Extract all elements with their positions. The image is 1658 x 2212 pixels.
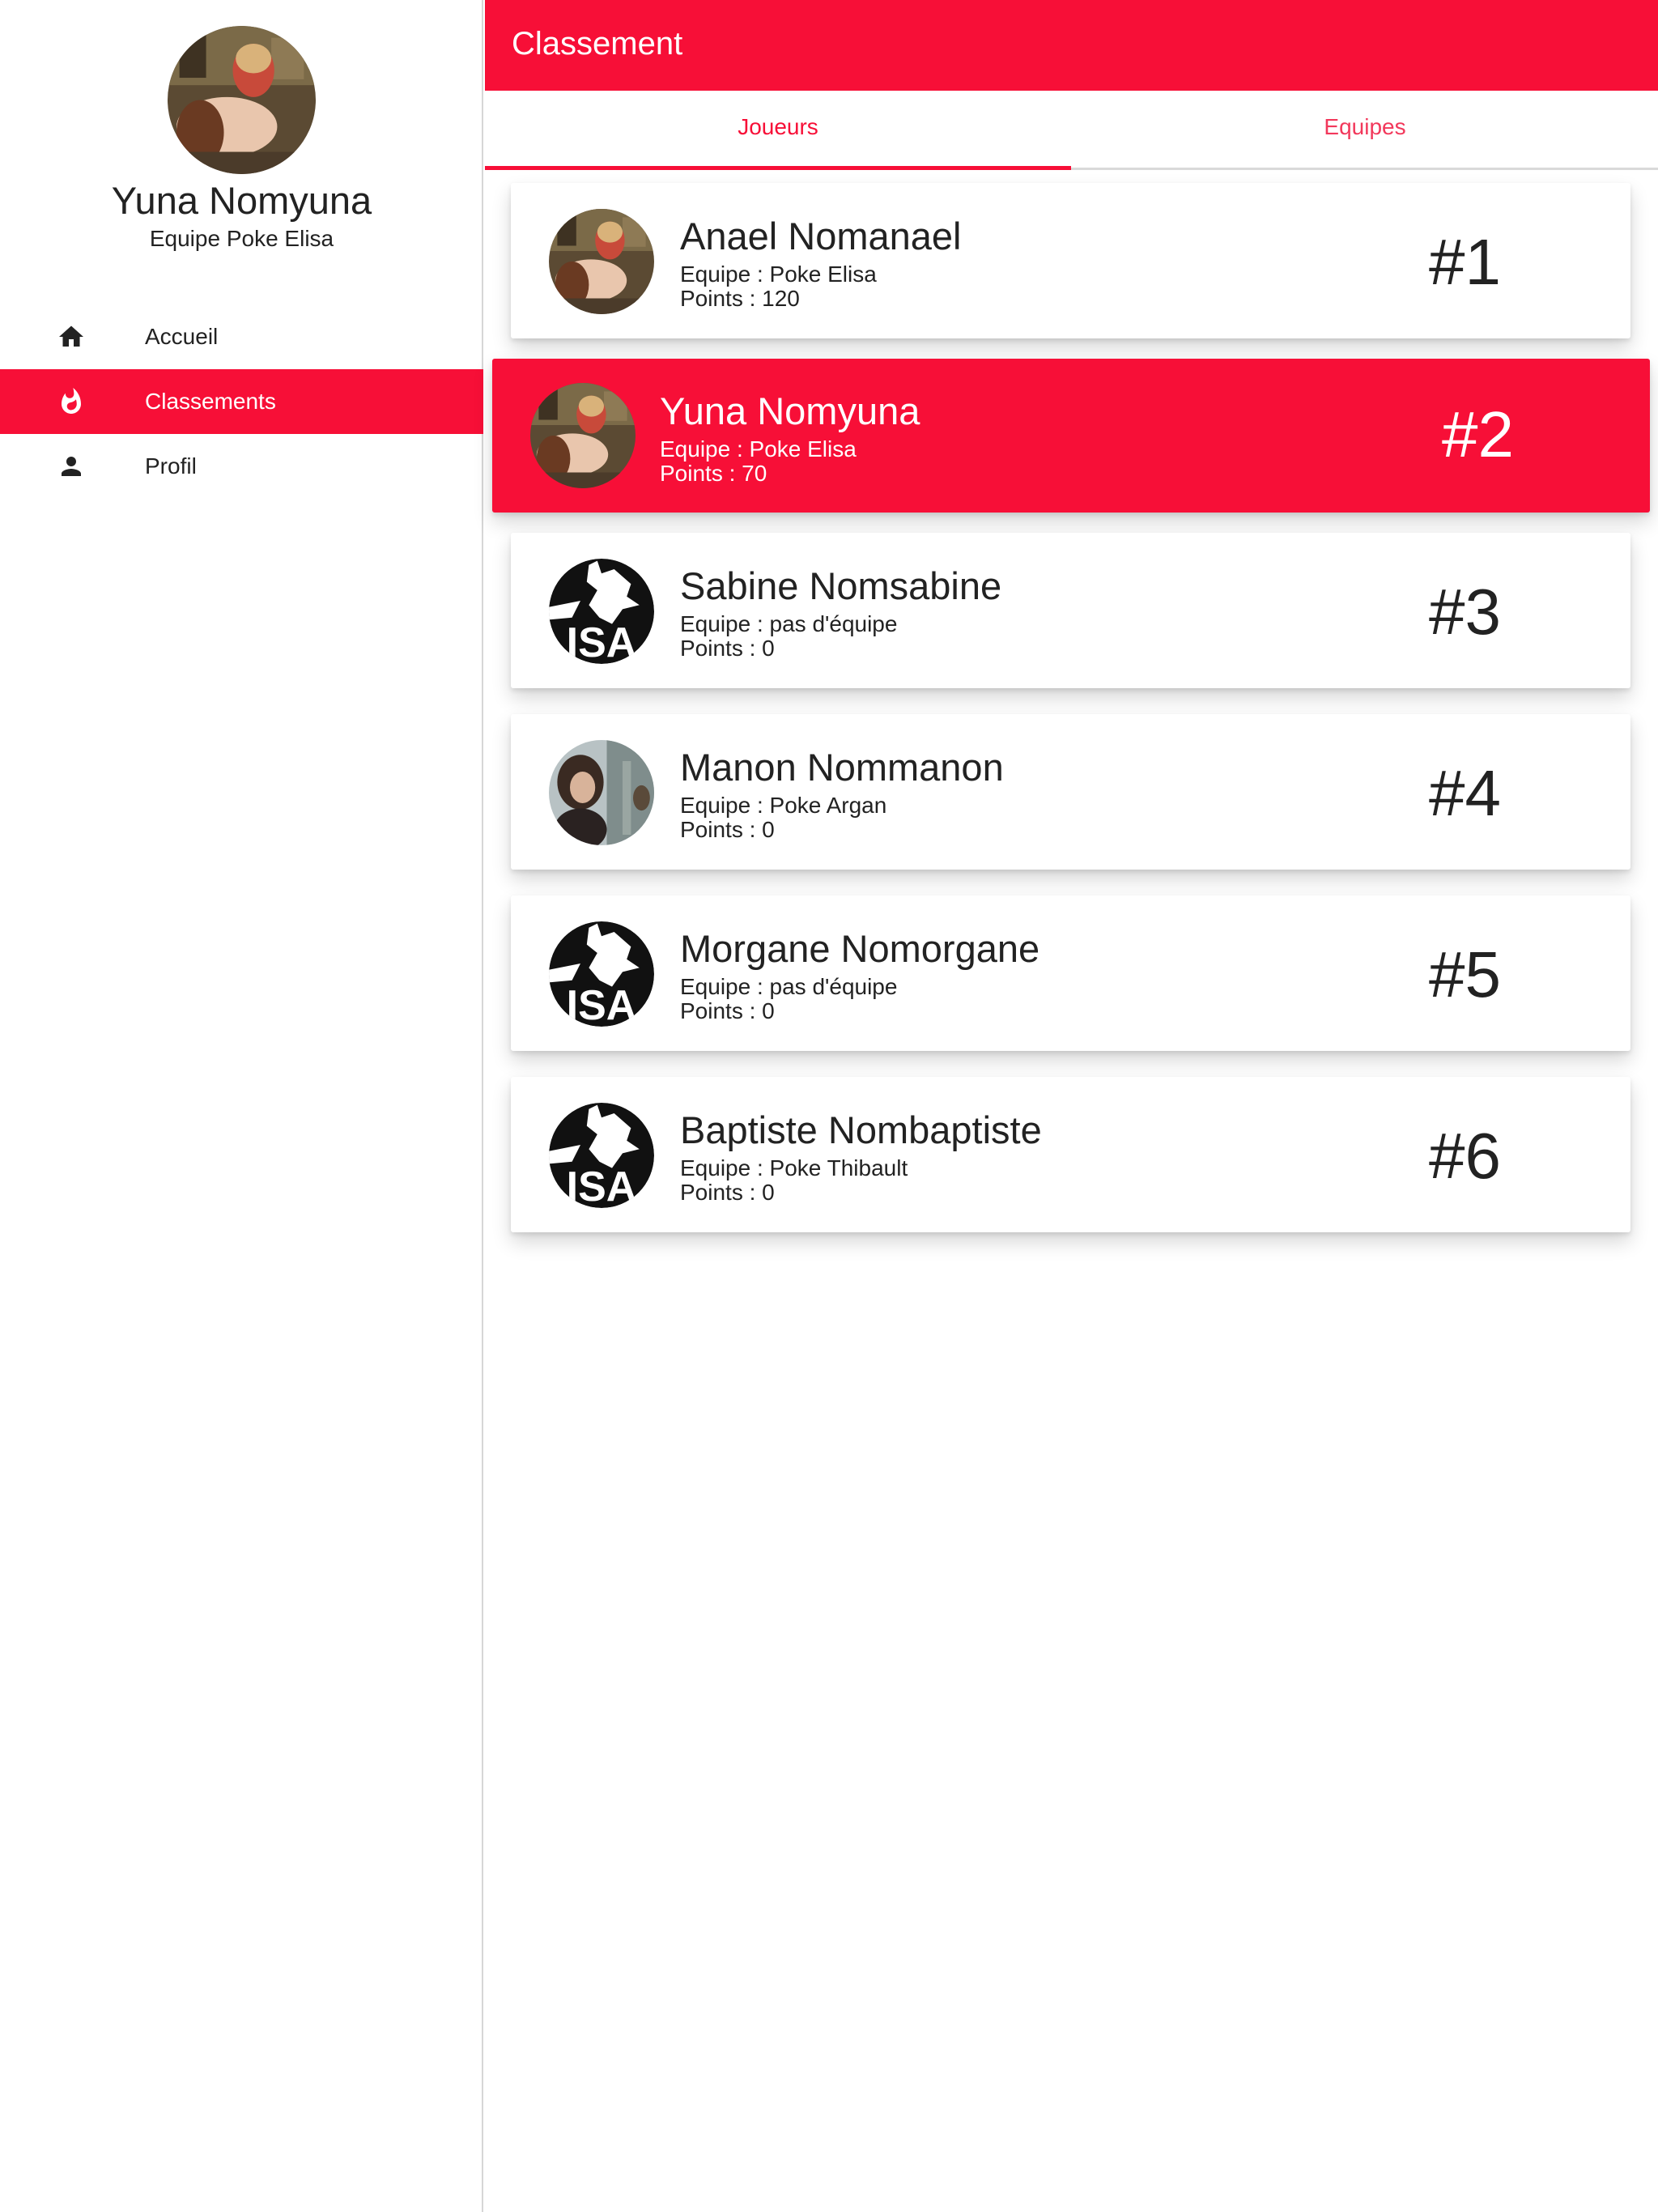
photo-avatar [549,209,654,314]
player-name: Yuna Nomyuna [660,389,920,432]
tab-label: Equipes [1324,114,1406,139]
insa-logo-avatar [549,559,654,664]
photo-avatar [549,740,654,845]
tab-equipes[interactable]: Equipes [1072,91,1658,168]
player-card[interactable]: Baptiste Nombaptiste Equipe : Poke Thiba… [511,1077,1630,1232]
fire-icon [62,388,81,414]
player-card[interactable]: Manon Nommanon Equipe : Poke Argan Point… [511,714,1630,870]
player-rank: #5 [1429,938,1501,1010]
player-rank: #3 [1429,576,1501,648]
sidebar-nav: Accueil Classements Profil [0,304,483,499]
player-rank: #2 [1442,398,1514,470]
ranking-tabs: Joueurs Equipes [485,91,1658,170]
tab-joueurs[interactable]: Joueurs [485,91,1071,170]
profile-name: Yuna Nomyuna [111,179,372,222]
sidebar: Yuna Nomyuna Equipe Poke Elisa Accueil C… [0,0,483,2212]
sidebar-item-label: Profil [145,453,197,479]
player-team: Equipe : pas d'équipe [680,611,898,636]
sidebar-item-label: Classements [145,389,276,414]
insa-logo-avatar [549,921,654,1027]
photo-avatar [530,383,636,488]
player-name: Anael Nomanael [680,215,962,257]
player-points: Points : 70 [660,461,767,486]
player-points: Points : 120 [680,286,800,311]
player-rank: #4 [1429,757,1501,829]
sidebar-item-classements[interactable]: Classements [0,369,483,434]
person-icon [62,457,81,476]
player-name: Morgane Nomorgane [680,927,1040,970]
player-name: Manon Nommanon [680,746,1004,789]
profile-avatar-image [168,26,316,174]
player-team: Equipe : Poke Thibault [680,1155,908,1180]
player-card-current-user[interactable]: Yuna Nomyuna Equipe : Poke Elisa Points … [492,359,1650,513]
player-rank: #6 [1429,1120,1501,1192]
profile-avatar[interactable] [168,26,316,174]
player-points: Points : 0 [680,1180,775,1205]
player-card[interactable]: Morgane Nomorgane Equipe : pas d'équipe … [511,895,1630,1051]
player-card[interactable]: Sabine Nomsabine Equipe : pas d'équipe P… [511,533,1630,688]
page-title: Classement [512,26,683,62]
player-rank: #1 [1429,226,1501,298]
player-points: Points : 0 [680,998,775,1023]
tab-label: Joueurs [738,114,818,139]
player-points: Points : 0 [680,817,775,842]
player-avatar [549,921,654,1027]
player-name: Sabine Nomsabine [680,564,1002,607]
insa-logo-avatar [549,1103,654,1208]
sidebar-item-profil[interactable]: Profil [0,434,483,499]
app-header: Classement [485,0,1658,91]
sidebar-item-accueil[interactable]: Accueil [0,304,483,369]
player-card[interactable]: Anael Nomanael Equipe : Poke Elisa Point… [511,183,1630,338]
player-avatar [549,209,654,314]
player-team: Equipe : Poke Elisa [660,436,857,462]
player-team: Equipe : Poke Elisa [680,262,877,287]
player-avatar [549,559,654,664]
player-team: Equipe : pas d'équipe [680,974,898,999]
player-avatar [530,383,636,488]
player-team: Equipe : Poke Argan [680,793,887,818]
tab-active-indicator [485,166,1071,170]
player-avatar [549,740,654,845]
player-avatar [549,1103,654,1208]
sidebar-item-label: Accueil [145,324,219,349]
player-points: Points : 0 [680,636,775,661]
profile-team: Equipe Poke Elisa [149,226,334,251]
home-icon [59,325,83,347]
player-name: Baptiste Nombaptiste [680,1108,1042,1151]
